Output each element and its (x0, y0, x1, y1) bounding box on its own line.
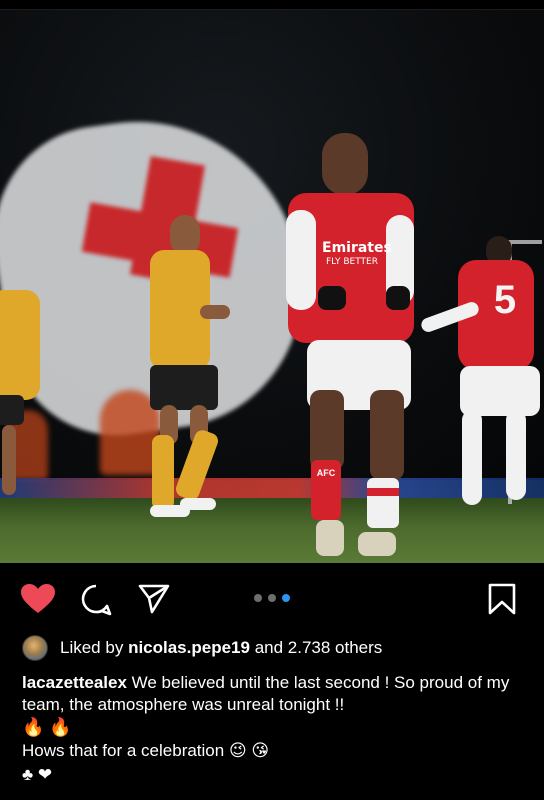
likes-count[interactable]: and 2.738 others (255, 638, 383, 658)
caption-line-emojis: 😉 😘 (228, 741, 270, 760)
caption-username[interactable]: lacazettealex (22, 673, 127, 692)
pitch (0, 498, 544, 563)
post-caption: lacazettealex We believed until the last… (22, 672, 527, 716)
status-strip (0, 0, 544, 10)
sock-badge: AFC (316, 468, 336, 478)
shirt-sponsor: Emirates (322, 240, 392, 256)
post-photo[interactable]: Emirates FLY BETTER AFC 5 (0, 10, 544, 563)
likes-summary[interactable]: Liked by nicolas.pepe19 and 2.738 others (22, 635, 383, 661)
liked-by-label: Liked by (60, 638, 124, 657)
caption-line: Hows that for a celebration (22, 741, 225, 760)
shirt-sponsor-tagline: FLY BETTER (326, 257, 378, 267)
shirt-number: 5 (493, 278, 517, 322)
paper-plane-icon[interactable] (137, 583, 171, 615)
carousel-dot-active (282, 594, 290, 602)
caption-emojis: 🔥 🔥 (22, 717, 72, 737)
comment-bubble-icon[interactable] (80, 583, 114, 617)
carousel-indicator (254, 594, 294, 604)
carousel-dot (268, 594, 276, 602)
caption-celebration-line: Hows that for a celebration 😉 😘 (22, 740, 269, 762)
heart-icon[interactable] (20, 583, 56, 615)
caption-suit-line: ♣ ❤ (22, 765, 53, 784)
carousel-dot (254, 594, 262, 602)
bookmark-icon[interactable] (487, 583, 517, 615)
avatar[interactable] (22, 635, 48, 661)
liked-by-username[interactable]: nicolas.pepe19 (128, 638, 250, 658)
